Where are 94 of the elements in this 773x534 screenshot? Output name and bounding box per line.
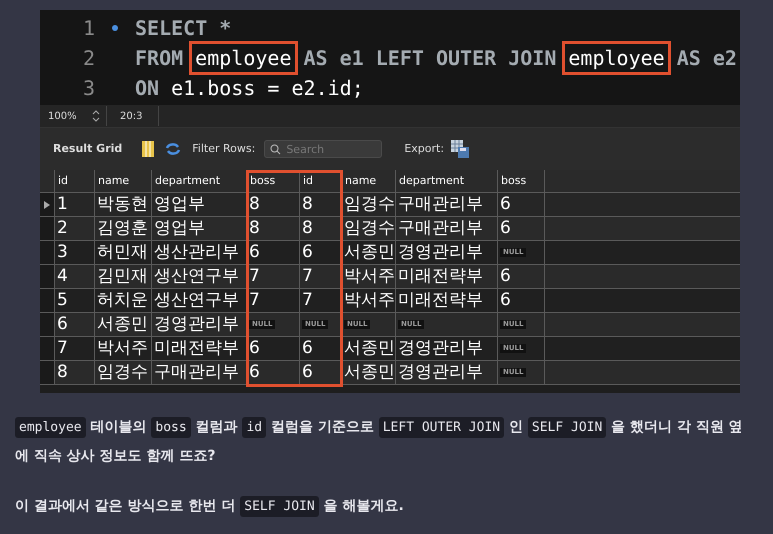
column-header[interactable]: id [58, 172, 68, 190]
cell-text: 생산연구부 [154, 292, 239, 309]
cell-text: 임경수 [344, 196, 395, 213]
cell-text: 경영관리부 [154, 316, 239, 333]
cell-text: 6 [500, 196, 511, 213]
highlighted-code: employee [189, 41, 298, 75]
result-grid-tab[interactable]: Result Grid [53, 140, 122, 158]
cell-text: 미래전략부 [398, 268, 483, 285]
column-header[interactable]: name [345, 172, 376, 190]
stepper-icon[interactable] [92, 109, 100, 123]
cell-text: 7 [249, 268, 260, 285]
code-text: FROM [135, 48, 184, 68]
cell-text: 박동현 [97, 196, 148, 213]
table-row[interactable]: 5 허치운 생산연구부 7 7 박서주 미래전략부 6 [40, 289, 740, 313]
cell-text: 6 [302, 340, 313, 357]
cell-text: 6 [302, 244, 313, 261]
zoom-level: 100% [48, 110, 78, 124]
cell-text: 영업부 [154, 196, 205, 213]
cell-text: 6 [500, 292, 511, 309]
cursor-position: 20:3 [120, 110, 142, 124]
cell-text: 5 [57, 292, 68, 309]
cell-text: 6 [249, 340, 260, 357]
column-header[interactable]: department [399, 172, 464, 190]
cell-text: 8 [249, 196, 260, 213]
cell-text: 7 [302, 292, 313, 309]
cell-text: 미래전략부 [154, 340, 239, 357]
code-text: ON [135, 78, 160, 98]
cell-text: 6 [249, 244, 260, 261]
cell-text: 6 [302, 364, 313, 381]
cell-text: 8 [302, 220, 313, 237]
code-text: e1.boss = e2.id; [171, 78, 364, 98]
grid-icon[interactable] [142, 141, 154, 157]
cell-text: 4 [57, 268, 68, 285]
cell-text: 구매관리부 [398, 196, 483, 213]
cell-text: 생산관리부 [154, 244, 239, 261]
table-row[interactable]: 1 박동현 영업부 8 8 임경수 구매관리부 6 [40, 193, 740, 217]
cell-text: 경영관리부 [398, 340, 483, 357]
cell-text: 6 [249, 364, 260, 381]
export-label: Export: [404, 140, 444, 157]
cell-text: 6 [500, 220, 511, 237]
code-text: AS e1 LEFT OUTER JOIN [304, 48, 556, 68]
line-number: 1 [82, 15, 95, 42]
cell-text: 허민재 [97, 244, 148, 261]
line-number: 3 [82, 75, 95, 102]
cell-text: 영업부 [154, 220, 205, 237]
export-icon[interactable] [451, 140, 470, 158]
cell-text: 1 [57, 196, 68, 213]
cell-text: 임경수 [344, 220, 395, 237]
search-icon [270, 144, 282, 155]
cell-text: 서종민 [344, 364, 395, 381]
cell-text: 생산연구부 [154, 268, 239, 285]
column-header[interactable]: id [303, 172, 314, 190]
refresh-icon[interactable] [165, 142, 182, 156]
cell-text: 미래전략부 [398, 292, 483, 309]
cell-text: 6 [57, 316, 68, 333]
code-editor[interactable]: 1 SELECT * 2 FROM employee AS e1 LEFT OUTER JOIN employee AS e2 3 ON e1.boss = e2.id; [40, 10, 740, 105]
column-header[interactable]: name [98, 172, 130, 190]
cell-text: 7 [302, 268, 313, 285]
cell-text: 임경수 [97, 364, 148, 381]
cell-text: 7 [249, 292, 260, 309]
cell-text: 6 [500, 268, 511, 285]
line-number: 2 [82, 45, 95, 72]
cell-text: 박서주 [97, 340, 148, 357]
cell-text: 경영관리부 [398, 364, 483, 381]
cell-text: 3 [57, 244, 68, 261]
cell-text: 7 [57, 340, 68, 357]
highlighted-code: employee [562, 41, 671, 75]
search-field[interactable]: Search [264, 140, 382, 158]
code-text: SELECT * [135, 18, 232, 38]
column-header[interactable]: boss [501, 172, 526, 190]
filter-label: Filter Rows: [192, 140, 256, 157]
cell-text: 박서주 [344, 268, 395, 285]
cell-text: 경영관리부 [398, 244, 483, 261]
paragraph: 이 결과에서 같은 방식으로 한번 더 SELF JOIN 을 해볼게요. [15, 492, 753, 521]
cell-text: 허치운 [97, 292, 148, 309]
cell-text: 김영훈 [97, 220, 148, 237]
cell-text: 서종민 [344, 244, 395, 261]
paragraph: employee 테이블의 boss 컬럼과 id 컬럼을 기준으로 LEFT OUTER JOIN 인 SELF JOIN 을 했더니 각 직원 옆에 직속 상사 정보도 함께 뜨죠? [15, 416, 744, 466]
table-row[interactable]: 2 김영훈 영업부 8 8 임경수 구매관리부 6 [40, 217, 740, 241]
cell-text: 서종민 [97, 316, 148, 333]
cell-text: 8 [249, 220, 260, 237]
cell-text: 김민재 [97, 268, 148, 285]
cell-text: 구매관리부 [154, 364, 239, 381]
cell-text: 구매관리부 [398, 220, 483, 237]
code-text: AS e2 [676, 48, 737, 68]
cell-text: 2 [57, 220, 68, 237]
table-row[interactable]: 4 김민재 생산연구부 7 7 박서주 미래전략부 6 [40, 265, 740, 289]
cell-text: 서종민 [344, 340, 395, 357]
column-header[interactable]: boss [250, 172, 276, 190]
cell-text: 8 [57, 364, 68, 381]
current-row-icon [44, 200, 50, 208]
cell-text: 8 [302, 196, 313, 213]
column-header[interactable]: department [155, 172, 220, 190]
cell-text: 박서주 [344, 292, 395, 309]
